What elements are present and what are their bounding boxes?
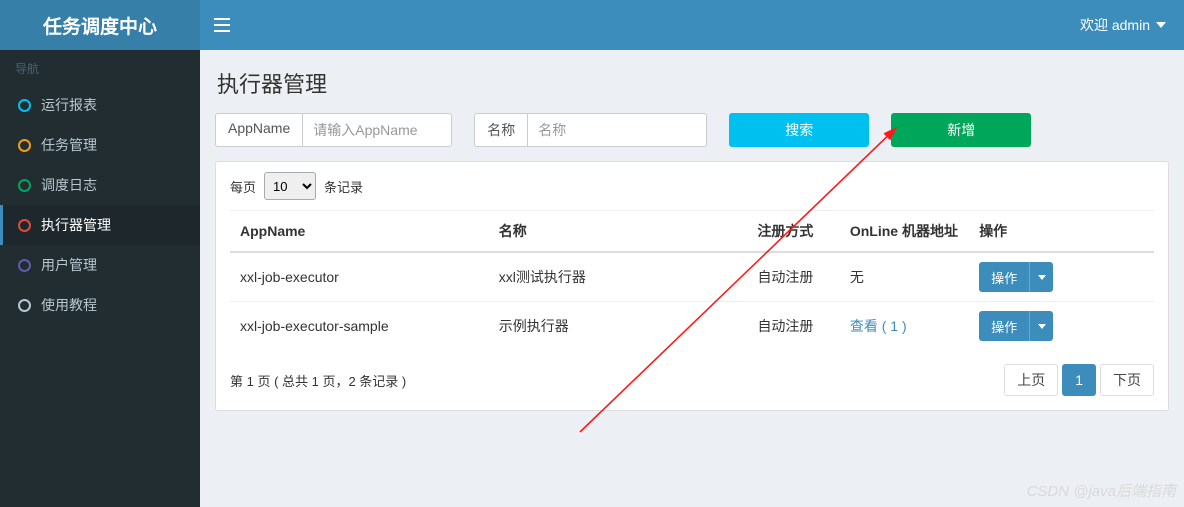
top-bar: 任务调度中心 欢迎 admin — [0, 0, 1184, 50]
cell-name: xxl测试执行器 — [489, 252, 748, 302]
cell-appname: xxl-job-executor-sample — [230, 302, 489, 351]
nav-header: 导航 — [0, 50, 200, 85]
sidebar-item-label: 任务管理 — [41, 135, 97, 155]
page-length-row: 每页 102550100 条记录 — [230, 172, 1154, 200]
op-caret-button[interactable] — [1029, 262, 1053, 292]
hamburger-icon — [214, 18, 230, 32]
sidebar-item-1[interactable]: 任务管理 — [0, 125, 200, 165]
sidebar-item-3[interactable]: 执行器管理 — [0, 205, 200, 245]
appname-group: AppName — [215, 113, 452, 147]
cell-appname: xxl-job-executor — [230, 252, 489, 302]
sidebar-item-label: 用户管理 — [41, 255, 97, 275]
col-header: AppName — [230, 211, 489, 253]
user-menu[interactable]: 欢迎 admin — [1062, 0, 1184, 50]
circle-icon — [18, 139, 31, 152]
sidebar-item-5[interactable]: 使用教程 — [0, 285, 200, 325]
table-row: xxl-job-executor-sample示例执行器自动注册查看 ( 1 )… — [230, 302, 1154, 351]
table-footer: 第 1 页 ( 总共 1 页，2 条记录 ) 上页 1 下页 — [230, 364, 1154, 396]
page-title: 执行器管理 — [217, 67, 1169, 99]
welcome-text: 欢迎 admin — [1080, 15, 1150, 35]
sidebar-item-0[interactable]: 运行报表 — [0, 85, 200, 125]
cell-reg: 自动注册 — [747, 252, 839, 302]
circle-icon — [18, 99, 31, 112]
sidebar-item-4[interactable]: 用户管理 — [0, 245, 200, 285]
online-link[interactable]: 查看 ( 1 ) — [850, 318, 907, 334]
page-length-select[interactable]: 102550100 — [264, 172, 316, 200]
cell-op: 操作 — [969, 252, 1154, 302]
chevron-down-icon — [1156, 22, 1166, 28]
caret-down-icon — [1038, 275, 1046, 280]
page-1-button[interactable]: 1 — [1062, 364, 1096, 396]
cell-reg: 自动注册 — [747, 302, 839, 351]
app-logo: 任务调度中心 — [0, 0, 200, 50]
col-header: 操作 — [969, 211, 1154, 253]
op-dropdown: 操作 — [979, 262, 1053, 292]
circle-icon — [18, 179, 31, 192]
op-button[interactable]: 操作 — [979, 262, 1029, 292]
sidebar-item-2[interactable]: 调度日志 — [0, 165, 200, 205]
executor-table: AppName名称注册方式OnLine 机器地址操作 xxl-job-execu… — [230, 210, 1154, 350]
cell-op: 操作 — [969, 302, 1154, 351]
per-page-prefix: 每页 — [230, 177, 256, 196]
next-page-button[interactable]: 下页 — [1100, 364, 1154, 396]
prev-page-button[interactable]: 上页 — [1004, 364, 1058, 396]
circle-icon — [18, 219, 31, 232]
col-header: 注册方式 — [747, 211, 839, 253]
appname-label: AppName — [215, 113, 302, 147]
circle-icon — [18, 299, 31, 312]
op-dropdown: 操作 — [979, 311, 1053, 341]
sidebar: 导航 运行报表任务管理调度日志执行器管理用户管理使用教程 — [0, 50, 200, 507]
col-header: OnLine 机器地址 — [840, 211, 969, 253]
filter-row: AppName 名称 搜索 新增 — [215, 113, 1169, 147]
pager: 上页 1 下页 — [1004, 364, 1154, 396]
app-title: 任务调度中心 — [43, 12, 157, 39]
caret-down-icon — [1038, 324, 1046, 329]
col-header: 名称 — [489, 211, 748, 253]
add-button[interactable]: 新增 — [891, 113, 1031, 147]
sidebar-item-label: 使用教程 — [41, 295, 97, 315]
circle-icon — [18, 259, 31, 272]
sidebar-item-label: 运行报表 — [41, 95, 97, 115]
cell-online: 无 — [840, 252, 969, 302]
sidebar-item-label: 调度日志 — [41, 175, 97, 195]
name-label: 名称 — [474, 113, 527, 147]
table-row: xxl-job-executorxxl测试执行器自动注册无操作 — [230, 252, 1154, 302]
per-page-suffix: 条记录 — [324, 177, 363, 196]
op-caret-button[interactable] — [1029, 311, 1053, 341]
appname-input[interactable] — [302, 113, 452, 147]
sidebar-item-label: 执行器管理 — [41, 215, 111, 235]
data-box: 每页 102550100 条记录 AppName名称注册方式OnLine 机器地… — [215, 161, 1169, 411]
search-button[interactable]: 搜索 — [729, 113, 869, 147]
name-input[interactable] — [527, 113, 707, 147]
cell-online: 查看 ( 1 ) — [840, 302, 969, 351]
sidebar-toggle-button[interactable] — [200, 0, 244, 50]
op-button[interactable]: 操作 — [979, 311, 1029, 341]
cell-name: 示例执行器 — [489, 302, 748, 351]
content-area: 执行器管理 AppName 名称 搜索 新增 每页 102550100 条记录 … — [200, 50, 1184, 507]
pagination-info: 第 1 页 ( 总共 1 页，2 条记录 ) — [230, 371, 406, 390]
name-group: 名称 — [474, 113, 707, 147]
